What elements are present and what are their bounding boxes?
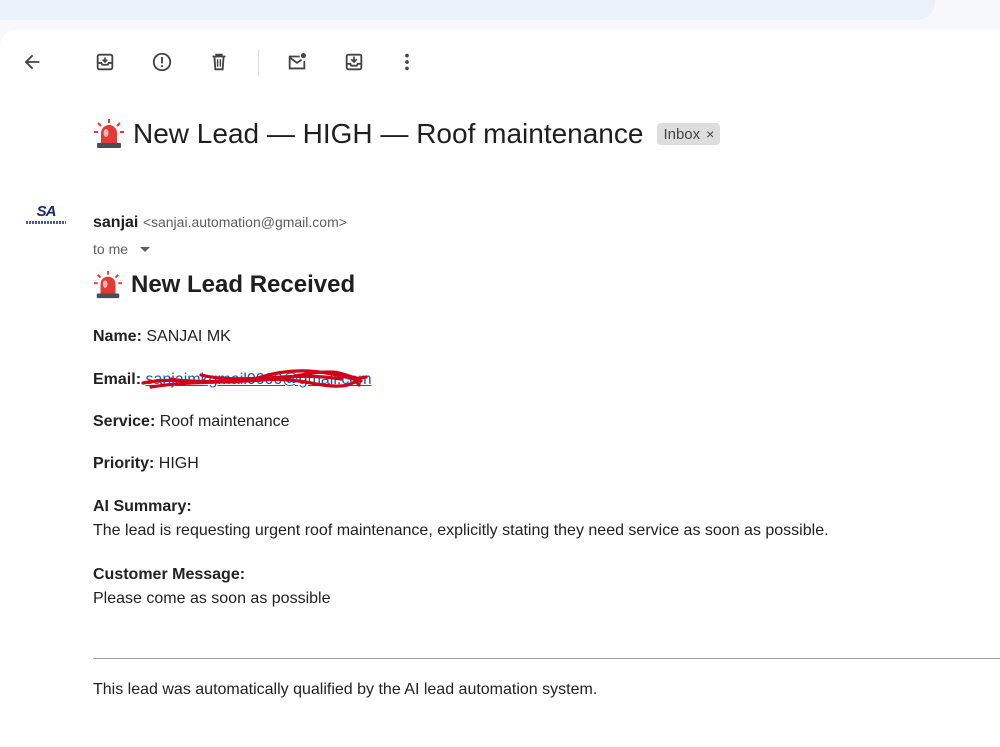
name-value: SANJAI MK (146, 328, 231, 345)
customer-message-text: Please come as soon as possible (93, 590, 331, 607)
service-label: Service: (93, 413, 156, 430)
name-label: Name: (93, 328, 142, 345)
avatar-logo-subtext (26, 220, 66, 224)
message-label: Customer Message: (93, 566, 246, 583)
subject-row: New Lead — HIGH — Roof maintenance Inbox… (93, 118, 721, 150)
email-label: Email: (93, 371, 142, 388)
horizontal-rule (93, 658, 1000, 659)
sender-email: <sanjai.automation@gmail.com> (142, 214, 347, 230)
report-spam-button[interactable] (144, 44, 180, 80)
sender-avatar[interactable]: SA (24, 192, 68, 236)
summary-label: AI Summary: (93, 498, 192, 515)
email-value: sanjaimkgmail0000@gmail.com (145, 371, 372, 388)
message-label-row: Customer Message: (93, 566, 245, 584)
move-to-icon (345, 53, 363, 71)
remove-label-icon[interactable]: × (706, 126, 714, 142)
avatar-logo: SA (36, 202, 57, 220)
body-heading-row: New Lead Received (93, 270, 355, 300)
service-field: Service: Roof maintenance (93, 413, 290, 431)
label-chip-text: Inbox (663, 125, 701, 143)
priority-label: Priority: (93, 455, 155, 472)
back-arrow-icon (24, 54, 40, 70)
sender-name[interactable]: sanjai (93, 214, 138, 231)
more-vert-icon (405, 53, 409, 71)
recipient-details-toggle[interactable]: to me (93, 241, 151, 257)
report-spam-icon (152, 52, 172, 72)
search-bar-area (0, 0, 935, 20)
mark-unread-button[interactable] (279, 44, 315, 80)
delete-button[interactable] (201, 44, 237, 80)
message-panel: New Lead — HIGH — Roof maintenance Inbox… (0, 30, 1000, 747)
siren-emoji-icon (94, 119, 124, 148)
more-options-button[interactable] (389, 44, 425, 80)
archive-button[interactable] (87, 44, 123, 80)
priority-field: Priority: HIGH (93, 455, 199, 473)
recipient-text: to me (93, 241, 129, 257)
back-button[interactable] (14, 44, 50, 80)
sender-line: sanjai <sanjai.automation@gmail.com> (93, 214, 347, 232)
name-field: Name: SANJAI MK (93, 328, 231, 346)
body-heading: New Lead Received (131, 271, 356, 298)
toolbar-divider (258, 50, 259, 76)
move-to-button[interactable] (336, 44, 372, 80)
summary-label-row: AI Summary: (93, 498, 192, 516)
service-value: Roof maintenance (159, 413, 290, 430)
inbox-label-chip[interactable]: Inbox × (657, 123, 721, 145)
siren-emoji-icon (93, 270, 123, 299)
email-field: Email: sanjaimkgmail0000@gmail.com (93, 369, 372, 389)
mark-unread-icon (288, 53, 306, 70)
archive-icon (96, 53, 114, 71)
footer-note: This lead was automatically qualified by… (93, 681, 598, 698)
chevron-down-icon (140, 246, 151, 252)
delete-icon (212, 53, 226, 71)
email-value-link[interactable]: sanjaimkgmail0000@gmail.com (141, 369, 372, 389)
message-toolbar (0, 30, 1000, 94)
summary-text: The lead is requesting urgent roof maint… (93, 522, 829, 539)
email-subject: New Lead — HIGH — Roof maintenance (133, 118, 644, 149)
priority-value: HIGH (158, 455, 199, 472)
